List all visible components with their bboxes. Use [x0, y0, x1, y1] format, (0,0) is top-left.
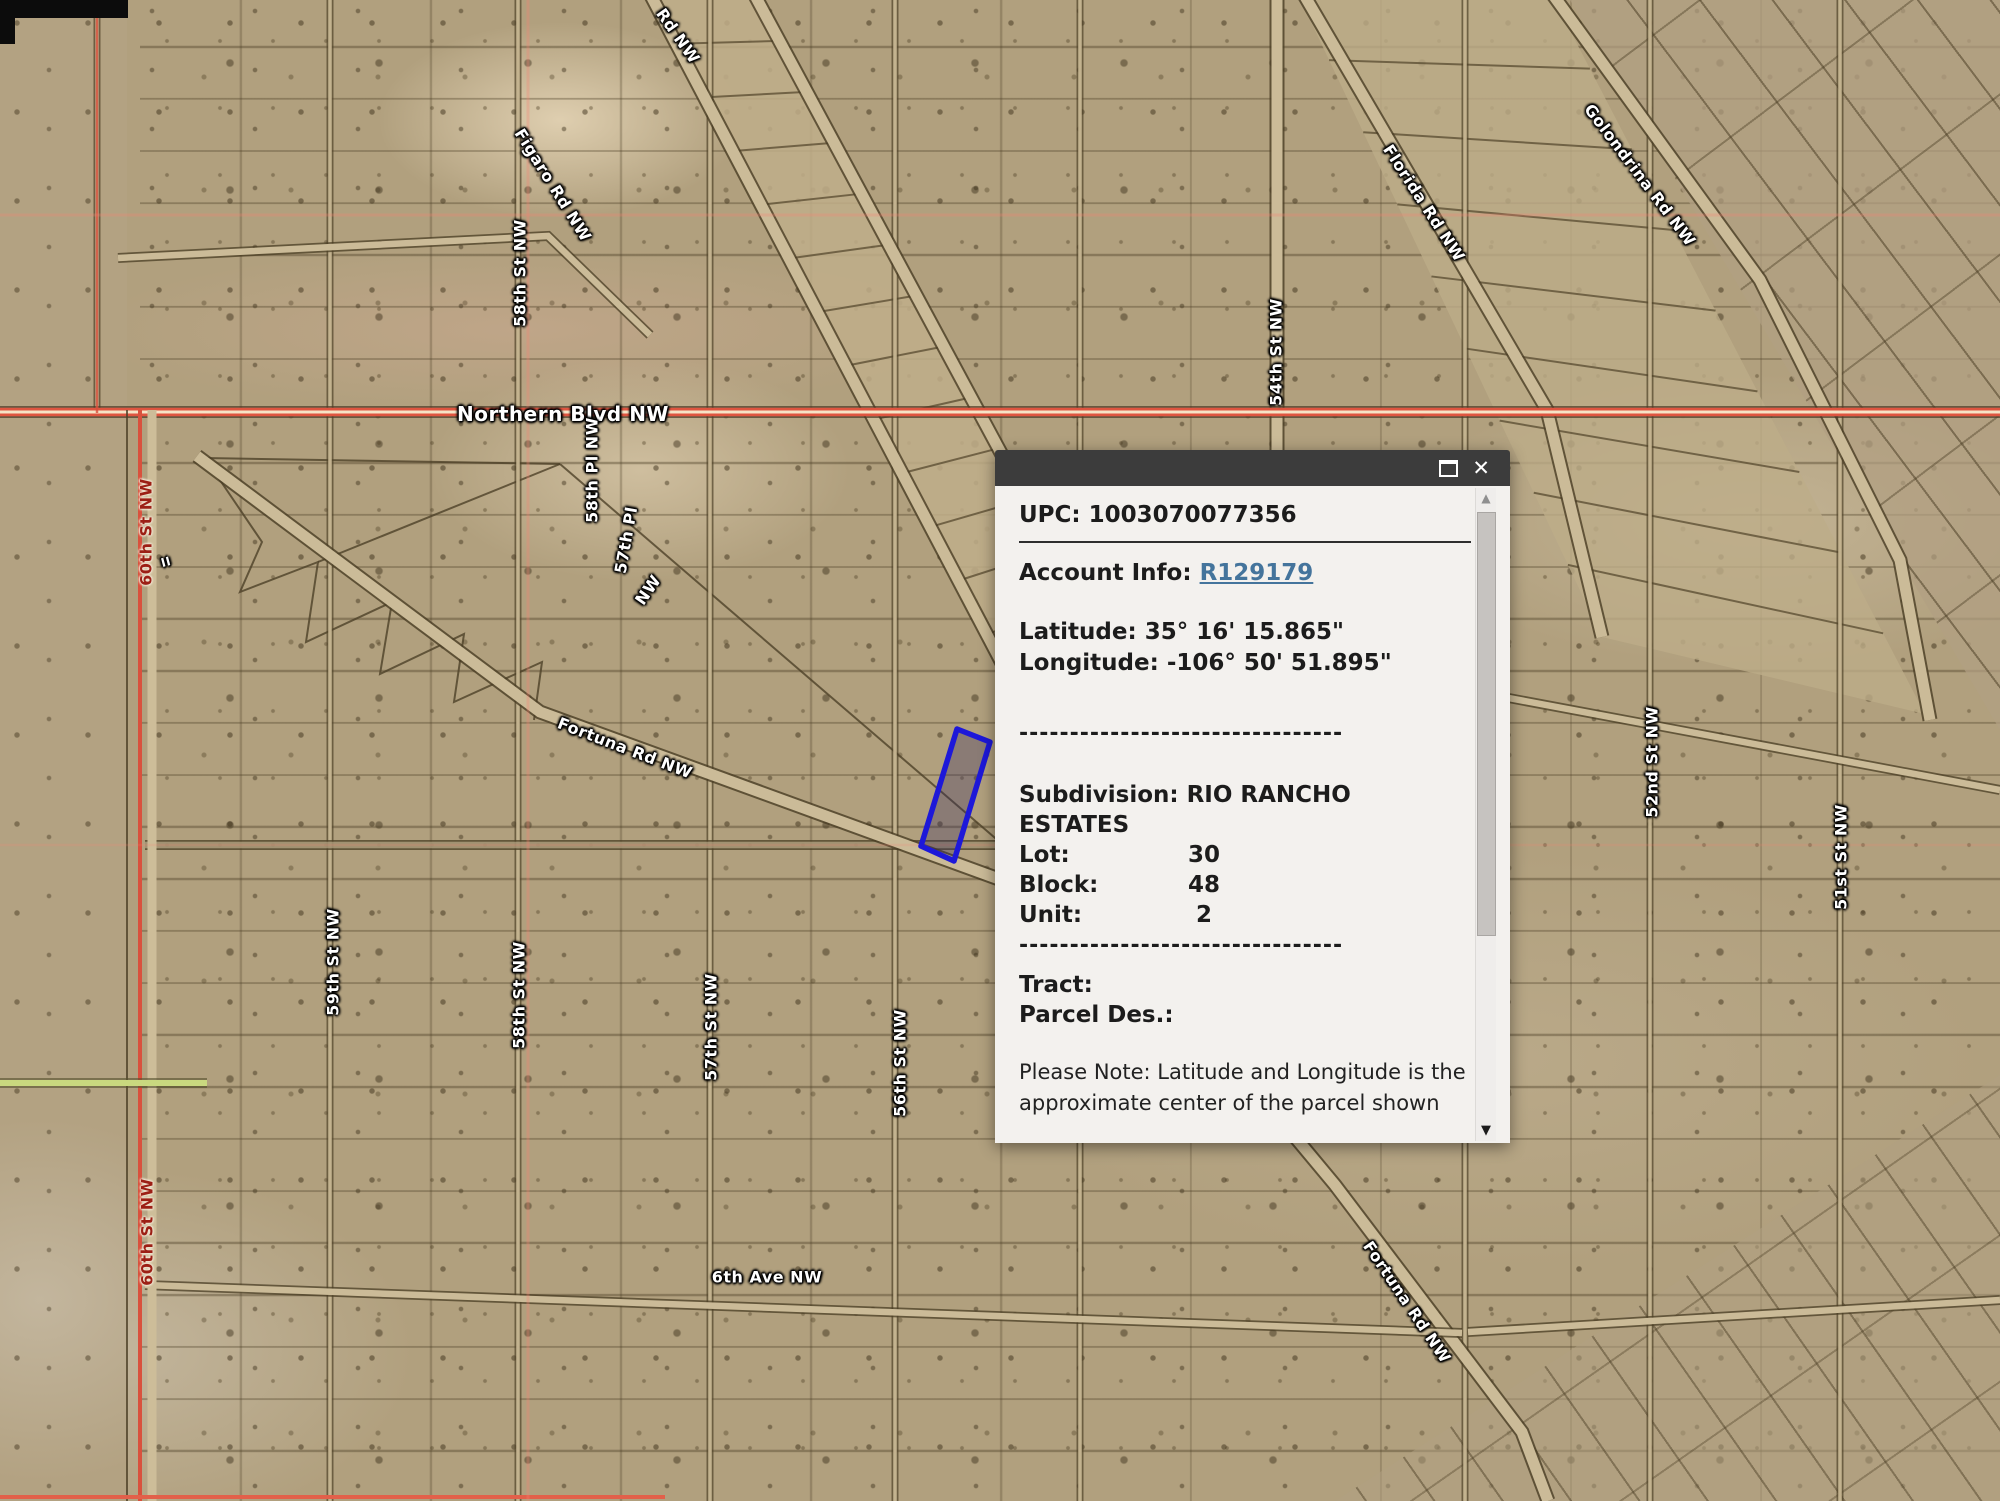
- tract-label: Tract:: [1019, 972, 1093, 998]
- latitude-line: Latitude: 35° 16' 15.865": [1019, 619, 1344, 645]
- block-row: Block: 48: [1019, 870, 1481, 900]
- map-edge-artifact: [0, 0, 128, 18]
- note-text: Please Note: Latitude and Longitude is t…: [1019, 1060, 1466, 1115]
- unit-row: Unit: 2: [1019, 900, 1481, 930]
- account-info-link[interactable]: R129179: [1200, 560, 1314, 586]
- block-value: 48: [1187, 872, 1220, 898]
- scroll-up-icon[interactable]: ▲: [1476, 491, 1496, 505]
- lot-value: 30: [1187, 842, 1220, 868]
- maximize-icon[interactable]: [1439, 459, 1459, 477]
- upc-value: 1003070077356: [1088, 502, 1297, 528]
- longitude-line: Longitude: -106° 50' 51.895": [1019, 650, 1392, 676]
- account-info-label: Account Info:: [1019, 560, 1192, 586]
- tract-line: Tract: Parcel Des.:: [1019, 970, 1481, 1030]
- popup-content: UPC: 1003070077356 Account Info: R129179…: [1019, 486, 1481, 1119]
- dashed-separator: --------------------------------: [1019, 933, 1344, 958]
- upc-label: UPC:: [1019, 502, 1081, 528]
- subdivision-line: Subdivision: RIO RANCHO ESTATES: [1019, 780, 1419, 840]
- upc-line: UPC: 1003070077356: [1019, 502, 1481, 528]
- scroll-down-icon[interactable]: ▼: [1476, 1123, 1496, 1138]
- lot-row: Lot: 30: [1019, 840, 1481, 870]
- popup-titlebar: ✕: [995, 450, 1510, 486]
- divider-rule: [1019, 541, 1471, 543]
- scrollbar-thumb[interactable]: [1477, 512, 1496, 936]
- block-label: Block:: [1019, 872, 1099, 898]
- unit-label: Unit:: [1019, 902, 1083, 928]
- coordinates-block: Latitude: 35° 16' 15.865" Longitude: -10…: [1019, 617, 1481, 679]
- popup-body: UPC: 1003070077356 Account Info: R129179…: [995, 486, 1510, 1143]
- subdivision-label: Subdivision:: [1019, 782, 1179, 808]
- close-icon[interactable]: ✕: [1472, 457, 1490, 479]
- unit-value: 2: [1195, 902, 1212, 928]
- parcel-des-label: Parcel Des.:: [1019, 1002, 1174, 1028]
- map-edge-artifact: [0, 18, 15, 44]
- account-info-line: Account Info: R129179: [1019, 560, 1481, 586]
- popup-callout-arrow: [995, 758, 997, 830]
- lot-label: Lot:: [1019, 842, 1070, 868]
- parcel-info-popup: ✕ UPC: 1003070077356 Account Info: R1291…: [995, 450, 1510, 1143]
- dashed-separator: --------------------------------: [1019, 721, 1344, 746]
- map-viewport[interactable]: Rd NW Figaro Rd NW 58th St NW Northern Blvd…: [0, 0, 2000, 1501]
- popup-scrollbar[interactable]: ▲ ▼: [1475, 488, 1496, 1141]
